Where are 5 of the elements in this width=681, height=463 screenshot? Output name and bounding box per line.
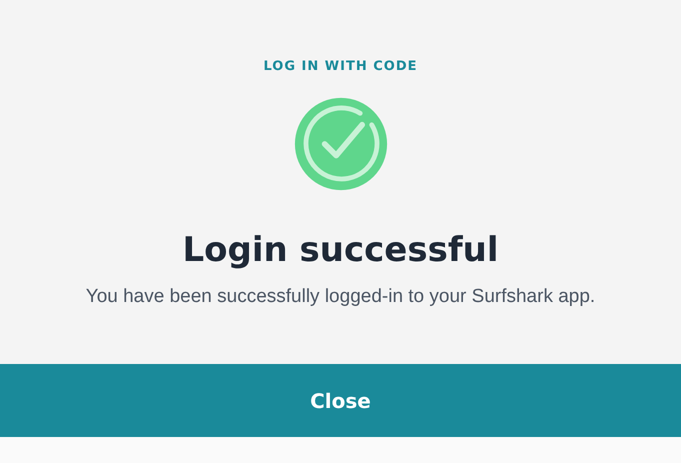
title: Login successful [182,229,498,272]
message: You have been successfully logged-in to your Surfshark app. [86,285,596,309]
close-button[interactable]: Close [0,364,681,437]
check-circle-icon [292,96,388,192]
section-heading: LOG IN WITH CODE [263,59,418,74]
